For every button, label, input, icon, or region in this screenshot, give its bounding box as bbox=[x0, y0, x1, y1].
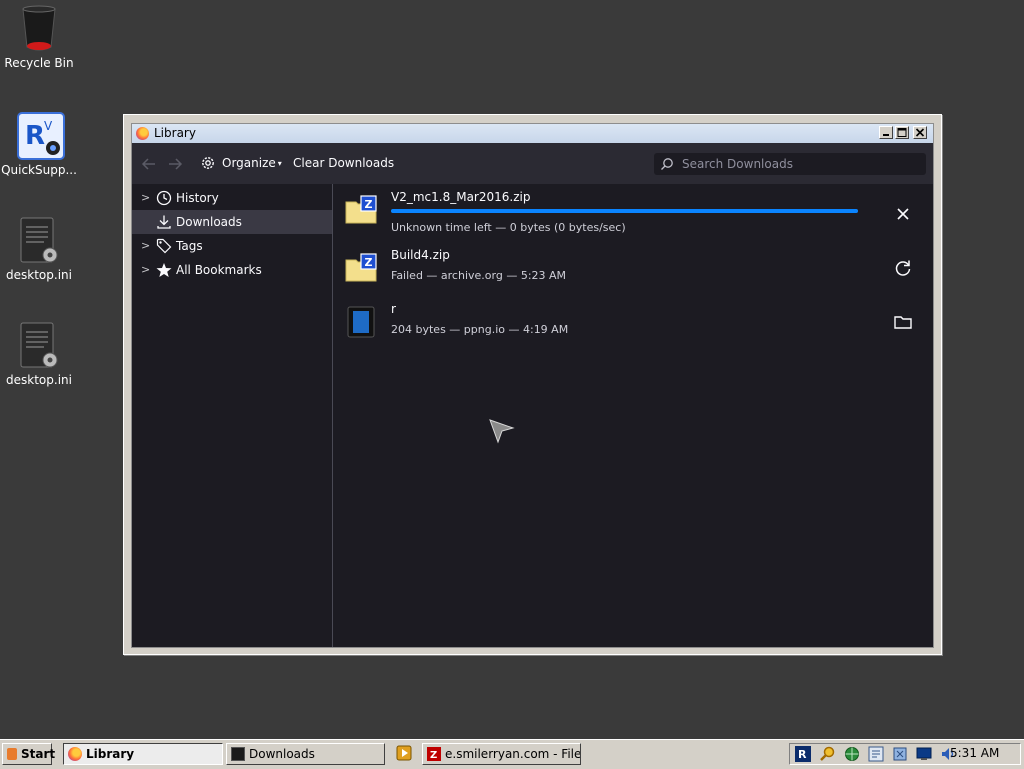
network-globe-icon[interactable] bbox=[844, 746, 860, 762]
back-arrow-icon[interactable] bbox=[141, 156, 157, 172]
cancel-icon[interactable] bbox=[891, 202, 915, 226]
sidebar-item-history[interactable]: > History bbox=[132, 186, 332, 210]
quicksupport-icon: R V bbox=[17, 112, 65, 160]
desktop-icon-desktop-ini-2[interactable]: desktop.ini bbox=[1, 322, 77, 387]
search-box[interactable] bbox=[654, 153, 926, 175]
tag-icon bbox=[156, 238, 172, 254]
sidebar-item-tags[interactable]: > Tags bbox=[132, 234, 332, 258]
download-progress-bar bbox=[391, 209, 858, 213]
svg-text:R: R bbox=[25, 121, 45, 151]
recycle-bin-icon bbox=[17, 5, 61, 53]
forward-arrow-icon[interactable] bbox=[167, 156, 183, 172]
start-button[interactable]: Start bbox=[2, 743, 56, 765]
svg-text:R: R bbox=[798, 748, 807, 761]
firefox-icon bbox=[68, 747, 82, 761]
organize-label: Organize bbox=[222, 156, 276, 170]
sidebar-item-label: Tags bbox=[176, 239, 203, 253]
sidebar-item-all-bookmarks[interactable]: > All Bookmarks bbox=[132, 258, 332, 282]
clock-icon bbox=[156, 190, 172, 206]
magnifier-icon[interactable] bbox=[820, 746, 836, 762]
media-player-icon[interactable] bbox=[396, 745, 412, 761]
taskbar-item-label: Library bbox=[86, 747, 135, 761]
download-item[interactable]: r 204 bytes — ppng.io — 4:19 AM bbox=[333, 296, 933, 350]
start-icon bbox=[7, 748, 17, 760]
retry-icon[interactable] bbox=[891, 256, 915, 280]
svg-text:Z: Z bbox=[365, 256, 373, 269]
gear-icon bbox=[202, 157, 214, 169]
settings-file-icon bbox=[17, 322, 61, 370]
taskbar-item-label: e.smilerryan.com - File... bbox=[445, 747, 581, 761]
download-item[interactable]: Z Build4.zip Failed — archive.org — 5:23… bbox=[333, 242, 933, 296]
taskbar-item-filezilla[interactable]: Z e.smilerryan.com - File... bbox=[422, 743, 581, 765]
clock[interactable]: 5:31 AM bbox=[950, 746, 999, 760]
sidebar-item-label: All Bookmarks bbox=[176, 263, 262, 277]
taskbar: Start Library Downloads Z e.smilerryan.c… bbox=[0, 739, 1024, 769]
taskbar-item-label: Downloads bbox=[249, 747, 315, 761]
chevron-right-icon[interactable]: > bbox=[141, 186, 150, 210]
close-button[interactable] bbox=[913, 126, 927, 139]
download-status: Unknown time left — 0 bytes (0 bytes/sec… bbox=[391, 221, 626, 234]
download-icon bbox=[157, 215, 171, 229]
chevron-right-icon[interactable]: > bbox=[141, 234, 150, 258]
generic-file-icon bbox=[347, 306, 375, 338]
search-icon bbox=[661, 158, 673, 170]
tool-icon[interactable] bbox=[892, 746, 908, 762]
desktop-icon-recycle-bin[interactable]: Recycle Bin bbox=[1, 5, 77, 70]
download-item[interactable]: Z V2_mc1.8_Mar2016.zip Unknown time left… bbox=[333, 184, 933, 238]
organize-button[interactable]: Organize ▾ bbox=[200, 153, 282, 173]
svg-text:Z: Z bbox=[430, 750, 437, 761]
download-name: r bbox=[391, 302, 396, 316]
library-window: Library Organize ▾ Clear Downloads Searc… bbox=[123, 114, 942, 655]
maximize-button[interactable] bbox=[895, 126, 909, 139]
monitor-icon[interactable] bbox=[916, 746, 932, 762]
desktop-icon-label: desktop.ini bbox=[6, 373, 72, 387]
chevron-down-icon: ▾ bbox=[277, 158, 282, 168]
folder-icon[interactable] bbox=[891, 310, 915, 334]
minimize-button[interactable] bbox=[879, 126, 893, 139]
library-toolbar: Organize ▾ Clear Downloads bbox=[132, 143, 933, 184]
sidebar-item-label: Downloads bbox=[176, 215, 242, 229]
svg-text:Z: Z bbox=[365, 198, 373, 211]
mouse-cursor-icon bbox=[489, 419, 515, 444]
chevron-right-icon[interactable]: > bbox=[141, 258, 150, 282]
library-sidebar: > History Downloads > Tags > All Bookmar… bbox=[132, 184, 333, 647]
window-icon bbox=[231, 747, 245, 761]
taskbar-item-downloads[interactable]: Downloads bbox=[226, 743, 385, 765]
sidebar-item-downloads[interactable]: Downloads bbox=[132, 210, 332, 234]
zip-archive-icon: Z bbox=[345, 195, 377, 224]
desktop-icon-label: QuickSupp... bbox=[1, 163, 77, 177]
desktop-icon-quicksupport[interactable]: R V QuickSupp... bbox=[1, 112, 77, 177]
sidebar-item-label: History bbox=[176, 191, 219, 205]
start-label: Start bbox=[21, 747, 56, 761]
downloads-list: Z V2_mc1.8_Mar2016.zip Unknown time left… bbox=[333, 184, 933, 647]
window-title: Library bbox=[154, 126, 196, 140]
desktop-icon-label: Recycle Bin bbox=[4, 56, 74, 70]
firefox-icon bbox=[136, 127, 149, 140]
download-name: Build4.zip bbox=[391, 248, 450, 262]
download-status: Failed — archive.org — 5:23 AM bbox=[391, 269, 567, 282]
tray-app-icon[interactable] bbox=[868, 746, 884, 762]
filezilla-icon: Z bbox=[427, 747, 441, 761]
window-content: Library Organize ▾ Clear Downloads Searc… bbox=[131, 123, 934, 648]
remote-support-icon[interactable]: R bbox=[795, 746, 811, 762]
desktop-icon-desktop-ini-1[interactable]: desktop.ini bbox=[1, 217, 77, 282]
svg-text:V: V bbox=[44, 119, 53, 133]
taskbar-item-library[interactable]: Library bbox=[63, 743, 223, 765]
star-icon bbox=[156, 263, 172, 277]
zip-archive-icon: Z bbox=[345, 253, 377, 282]
download-name: V2_mc1.8_Mar2016.zip bbox=[391, 190, 531, 204]
settings-file-icon bbox=[17, 217, 61, 265]
desktop-icon-label: desktop.ini bbox=[6, 268, 72, 282]
download-status: 204 bytes — ppng.io — 4:19 AM bbox=[391, 323, 569, 336]
clear-downloads-button[interactable]: Clear Downloads bbox=[293, 156, 394, 170]
search-input[interactable] bbox=[680, 156, 924, 172]
title-bar[interactable]: Library bbox=[132, 124, 933, 143]
system-tray: R 5:31 AM bbox=[789, 743, 1021, 765]
